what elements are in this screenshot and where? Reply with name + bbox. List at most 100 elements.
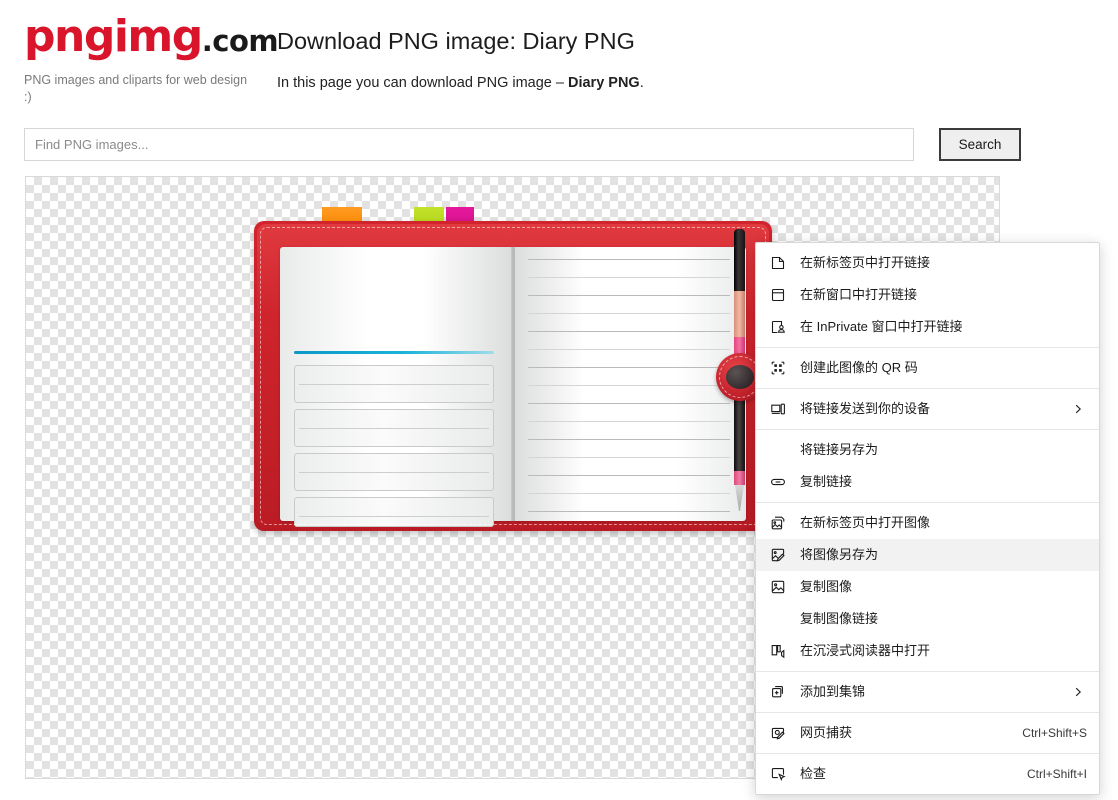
context-menu-item[interactable]: 检查 Ctrl+Shift+I (756, 758, 1099, 790)
copy-image-icon (756, 571, 800, 603)
site-tagline: PNG images and cliparts for web design :… (24, 73, 248, 104)
context-menu-item[interactable]: 创建此图像的 QR 码 (756, 352, 1099, 384)
page-title: Download PNG image: Diary PNG (277, 28, 635, 54)
page-entry-box (294, 365, 494, 403)
send-to-device-icon (756, 393, 800, 425)
context-menu-item-label: 在 InPrivate 窗口中打开链接 (800, 319, 963, 334)
search-input[interactable] (24, 128, 914, 161)
page-root: pngimg.com PNG images and cliparts for w… (0, 0, 1118, 800)
context-menu-item-label: 创建此图像的 QR 码 (800, 360, 918, 375)
site-header: pngimg.com PNG images and cliparts for w… (0, 0, 1118, 110)
no-icon (756, 603, 800, 635)
context-menu-item-shortcut: Ctrl+Shift+S (1022, 726, 1087, 740)
page-rule-line (528, 403, 730, 404)
context-menu-item-label: 将图像另存为 (800, 547, 879, 562)
page-rule-line (528, 349, 730, 350)
context-menu-item[interactable]: 在沉浸式阅读器中打开 (756, 635, 1099, 667)
context-menu-separator (756, 671, 1099, 672)
context-menu-item-label: 在新标签页中打开图像 (800, 515, 931, 530)
diary-image[interactable] (254, 207, 772, 537)
web-capture-icon (756, 717, 800, 749)
page-rule-line (528, 385, 730, 386)
open-in-new-window-icon (756, 279, 800, 311)
search-bar: Search (24, 128, 1021, 161)
diary-cover (254, 221, 772, 531)
page-rule-line (528, 457, 730, 458)
context-menu-item-label: 在新窗口中打开链接 (800, 287, 918, 302)
immersive-reader-icon (756, 635, 800, 667)
context-menu-item-label: 将链接发送到你的设备 (800, 401, 931, 416)
context-menu-item[interactable]: 将图像另存为 (756, 539, 1099, 571)
pen-segment (734, 291, 745, 337)
context-menu-item[interactable]: 在 InPrivate 窗口中打开链接 (756, 311, 1099, 343)
page-rule-line (528, 439, 730, 440)
context-menu-item[interactable]: 在新窗口中打开链接 (756, 279, 1099, 311)
context-menu-item-label: 添加到集锦 (800, 684, 866, 699)
page-entry-box (294, 497, 494, 527)
page-rule-line (528, 331, 730, 332)
context-menu-item-label: 在新标签页中打开链接 (800, 255, 931, 270)
page-accent-rule (294, 351, 494, 354)
chevron-right-icon (1069, 403, 1087, 415)
context-menu-item[interactable]: 复制图像 (756, 571, 1099, 603)
context-menu-item-label: 检查 (800, 766, 827, 781)
open-in-new-tab-icon (756, 247, 800, 279)
context-menu-separator (756, 429, 1099, 430)
copy-link-icon (756, 466, 800, 498)
chevron-right-icon (1069, 686, 1087, 698)
context-menu-item[interactable]: 将链接另存为 (756, 434, 1099, 466)
page-rule-line (528, 421, 730, 422)
logo-main-text: pngimg (24, 11, 203, 62)
context-menu-separator (756, 347, 1099, 348)
page-rule-line (528, 277, 730, 278)
page-rule-line (528, 367, 730, 368)
context-menu-item-label: 网页捕获 (800, 725, 853, 740)
page-subtitle: In this page you can download PNG image … (277, 73, 644, 93)
context-menu-separator (756, 502, 1099, 503)
diary-page-left (280, 247, 511, 527)
context-menu-item[interactable]: 在新标签页中打开图像 (756, 507, 1099, 539)
context-menu-item[interactable]: 将链接发送到你的设备 (756, 393, 1099, 425)
no-icon (756, 434, 800, 466)
context-menu-item[interactable]: 复制图像链接 (756, 603, 1099, 635)
context-menu-separator (756, 388, 1099, 389)
page-rule-line (528, 475, 730, 476)
page-rule-line (528, 493, 730, 494)
search-button[interactable]: Search (939, 128, 1021, 161)
page-rule-line (528, 259, 730, 260)
context-menu-item-label: 在沉浸式阅读器中打开 (800, 643, 931, 658)
context-menu-item[interactable]: 添加到集锦 (756, 676, 1099, 708)
context-menu-item[interactable]: 复制链接 (756, 466, 1099, 498)
site-logo-block[interactable]: pngimg.com PNG images and cliparts for w… (24, 11, 279, 106)
context-menu-separator (756, 753, 1099, 754)
inprivate-window-icon (756, 311, 800, 343)
context-menu-item-label: 将链接另存为 (800, 442, 879, 457)
page-entry-box (294, 409, 494, 447)
context-menu-item-shortcut: Ctrl+Shift+I (1026, 767, 1087, 781)
save-image-icon (756, 539, 800, 571)
pen-nib (735, 485, 744, 511)
qr-code-icon (756, 352, 800, 384)
pen-band (734, 471, 745, 485)
page-entry-box (294, 453, 494, 491)
context-menu-separator (756, 712, 1099, 713)
context-menu-item[interactable]: 网页捕获 Ctrl+Shift+S (756, 717, 1099, 749)
diary-clasp-button (726, 365, 754, 389)
page-rule-line (528, 511, 730, 512)
context-menu[interactable]: 在新标签页中打开链接 在新窗口中打开链接在 InPrivate 窗口中打开链接 创建… (755, 242, 1100, 795)
logo-suffix-text: .com (201, 24, 279, 58)
context-menu-item-label: 复制链接 (800, 474, 853, 489)
page-rule-line (528, 313, 730, 314)
context-menu-item[interactable]: 在新标签页中打开链接 (756, 247, 1099, 279)
page-heading-block: Download PNG image: Diary PNG In this pa… (277, 26, 644, 93)
site-logo[interactable]: pngimg.com (24, 11, 279, 64)
context-menu-item-label: 复制图像链接 (800, 611, 879, 626)
diary-pages (280, 247, 746, 527)
context-menu-item-label: 复制图像 (800, 579, 853, 594)
inspect-icon (756, 758, 800, 790)
pen-cap (734, 229, 745, 291)
add-to-collections-icon (756, 676, 800, 708)
page-subtitle-prefix: In this page you can download PNG image … (277, 75, 568, 91)
diary-page-right (515, 247, 746, 521)
page-rule-line (528, 295, 730, 296)
